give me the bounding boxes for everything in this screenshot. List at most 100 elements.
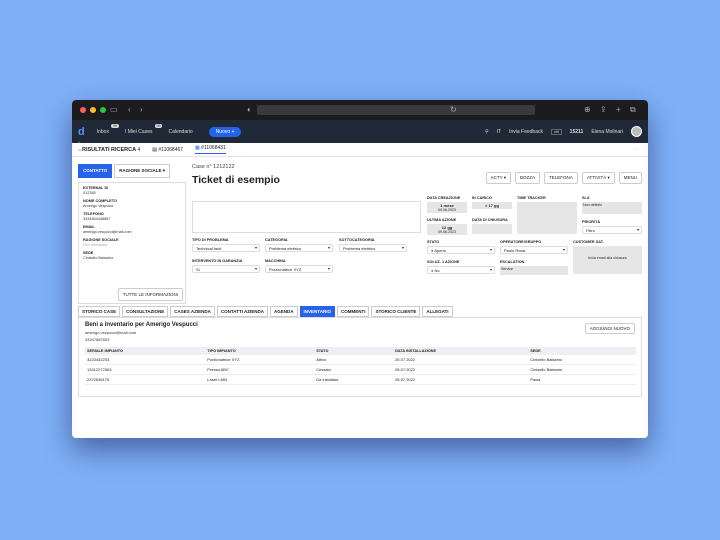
app-header: d s-link Inbox 99 I Miei Cases 99 Calendari… [72,120,648,152]
call-button[interactable]: TELEFONA [544,172,578,184]
new-tab-icon[interactable]: + [616,105,621,114]
field-value: amerigo.vespucci@mail.com [83,230,132,234]
operator-field[interactable]: Paolo Rossi [500,246,568,254]
field-label: EXTERNAL ID [83,186,109,190]
warranty-select[interactable]: Sì [192,265,260,273]
avatar[interactable] [631,126,642,137]
table-cell: Da installare [314,374,394,385]
table-cell: 13412272363 [85,364,206,375]
tab-customer-history[interactable]: STORICO CLIENTE [371,306,421,317]
field-label: ESCALATION [500,260,525,264]
problem-type-select[interactable]: Technical fault [192,244,260,252]
share-icon[interactable]: ⇪ [600,105,607,114]
inventory-table: SERIALE IMPIANTO TIPO IMPIANTO STATO DAT… [85,347,636,385]
table-cell: Porzionatrice XYZ [205,355,315,365]
table-cell: 05.07.2022 [393,364,529,375]
field-label: NOME COMPLETO [83,199,117,203]
tab-attachments[interactable]: ALLEGATI [422,306,453,317]
tab-company-contacts[interactable]: CONTATTI AZIENDA [216,306,269,317]
tab-inventory[interactable]: INVENTARIO [299,306,335,317]
machine-select[interactable]: Porzionatrice XYZ [265,265,333,273]
shield-icon: ◐ [247,105,252,114]
tab-company-cases[interactable]: CASES AZIENDA [170,306,215,317]
tabs-icon[interactable]: ⧉ [630,105,636,115]
column-header[interactable]: STATO [314,347,394,355]
inventory-email: amerigo.vespucci@mail.com [85,330,137,335]
user-name[interactable]: Elena Molinari [591,129,623,135]
nav-my-cases[interactable]: I Miei Cases 99 [125,123,163,135]
activity-button[interactable]: ATTIVITÀ ▾ [581,172,615,184]
field-label: INTERVENTO IN GARANZIA [192,259,243,263]
reload-icon[interactable]: ↻ [450,105,457,114]
new-button[interactable]: Nuovo + [208,126,242,137]
app-logo[interactable]: d s-link [78,126,85,152]
field-label: SLA [582,196,590,200]
address-bar[interactable] [257,105,535,115]
browser-chrome: ▭ ‹ › ◐ ↻ ⊕ ⇪ + ⧉ [72,100,648,120]
forward-icon[interactable]: › [140,105,143,114]
case-actions: ACTY ▾ BOZZA TELEFONA ATTIVITÀ ▾ MENU [485,172,642,184]
table-cell: Pavia [528,374,636,385]
draft-button[interactable]: BOZZA [515,172,541,184]
sidebar-icon[interactable]: ▭ [110,105,118,114]
tab-company[interactable]: RAGIONE SOCIALE ▾ [114,164,171,178]
nav-calendar[interactable]: Calendario [168,129,192,135]
contact-info: EXTERNAL ID 012345 NOME COMPLETO Amerigo V… [78,182,186,304]
table-row[interactable]: 2372636176 Laser LMN Da installare 05.07.20… [85,374,636,385]
table-row[interactable]: 13412272363 Pressa ABC Cessato 05.07.2022 Ci… [85,364,636,375]
all-info-button[interactable]: TUTTE LE INFORMAZIONI [117,288,183,301]
description-textarea[interactable] [192,201,421,233]
add-new-button[interactable]: AGGIUNGI NUOVO [584,323,635,334]
maximize-window-dot[interactable] [100,107,106,113]
close-window-dot[interactable] [80,107,86,113]
tab-case-2[interactable]: ▦ #11068431 [195,145,226,154]
window-controls-icon[interactable]: ▫ ▫ [633,147,638,153]
time-tracker-box [517,202,577,234]
back-icon[interactable]: ‹ [128,105,131,114]
column-header[interactable]: TIPO IMPIANTO [205,347,315,355]
cases-badge: 99 [154,123,163,128]
table-row[interactable]: 3223432233 Porzionatrice XYZ Attivo 25.07.2… [85,355,636,365]
field-label: DATA DI CHIUSURA [472,218,508,222]
tab-comments[interactable]: COMMENTI [336,306,370,317]
case-main: Case n° 1212122 Ticket di esempio ACTY ▾… [192,164,642,275]
menu-button[interactable]: MENU [618,172,642,184]
inventory-title: Beni a inventario per Amerigo Vespucci [85,322,198,328]
field-label: DATA CREAZIONE [427,196,461,200]
tab-contact[interactable]: CONTATTO [78,164,113,178]
category-select[interactable]: Problema elettrico [265,244,333,252]
table-cell: 05.07.2022 [393,374,529,385]
minimize-window-dot[interactable] [90,107,96,113]
agent-count: 15211 [569,128,584,135]
column-header[interactable]: SEDE [528,347,636,355]
field-label: TIME TRACKER [517,196,546,200]
field-value: Cinisello Balsamo [83,256,114,260]
field-label: SOLUZ. 1 AZIONE [427,260,460,264]
escalation-box: Service [500,266,568,275]
case-number: Case n° 1212122 [192,164,235,170]
field-value: Non dichiarata [83,243,108,247]
nav-inbox[interactable]: Inbox 99 [97,123,119,135]
column-header[interactable]: DATA INSTALLAZIONE [393,347,529,355]
subcategory-select[interactable]: Problema elettrico [339,244,407,252]
sla-box: Non definito [582,202,642,214]
feedback-link[interactable]: Invia Feedback [509,129,543,135]
priority-select[interactable]: Filtro [582,226,642,234]
field-label: MACCHINA [265,259,286,263]
search-icon[interactable]: ⚲ [485,129,489,135]
status-select[interactable]: ● Aperto [427,246,495,254]
tab-consultation[interactable]: CONSULTAZIONE [122,306,169,317]
contact-panel: CONTATTO RAGIONE SOCIALE ▾ EXTERNAL ID 01… [78,164,186,304]
tab-search-results[interactable]: RISULTATI RICERCA 4 [82,147,140,153]
table-cell: 2372636176 [85,374,206,385]
tab-case-1[interactable]: ▤ #11068467 [152,147,183,153]
close-date-box [472,224,512,234]
language-selector[interactable]: IT [497,129,501,135]
tab-agenda[interactable]: AGENDA [270,306,298,317]
tab-case-history[interactable]: STORICO CASE [78,306,121,317]
acty-button[interactable]: ACTY ▾ [485,172,512,184]
download-icon[interactable]: ⊕ [584,105,591,114]
column-header[interactable]: SERIALE IMPIANTO [85,347,206,355]
first-action-select[interactable]: ● No [427,266,495,274]
inventory-phone: 33347887653 [85,337,110,342]
